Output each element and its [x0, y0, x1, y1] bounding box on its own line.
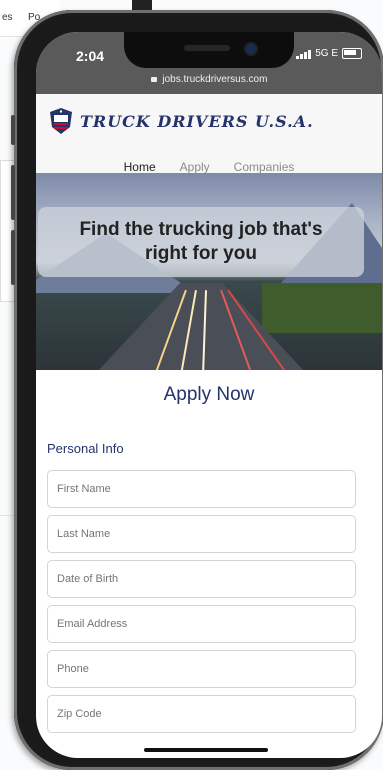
status-time: 2:04	[76, 48, 105, 64]
hero-title: Find the trucking job that's right for y…	[79, 219, 323, 264]
speaker-grille	[184, 45, 230, 51]
signal-icon	[296, 49, 312, 59]
url-text: jobs.truckdriversus.com	[162, 74, 268, 85]
home-indicator[interactable]	[144, 748, 268, 752]
lock-icon	[150, 77, 157, 82]
last-name-field[interactable]	[47, 515, 356, 553]
hero-card: Find the trucking job that's right for y…	[38, 207, 364, 277]
background-nav-item: es	[2, 12, 13, 23]
first-name-field[interactable]	[47, 470, 356, 508]
address-bar[interactable]: jobs.truckdriversus.com	[36, 74, 382, 85]
phone-field[interactable]	[47, 650, 356, 688]
mute-switch	[11, 115, 15, 145]
section-title: Personal Info	[47, 441, 124, 456]
network-label: 5G E	[315, 48, 338, 59]
hero-field	[262, 283, 382, 333]
status-indicators: 5G E	[296, 48, 362, 59]
apply-title: Apply Now	[163, 384, 255, 405]
date-of-birth-field[interactable]	[47, 560, 356, 598]
volume-down-button	[11, 230, 15, 285]
hero-banner: Find the trucking job that's right for y…	[36, 173, 382, 370]
zip-code-field[interactable]	[47, 695, 356, 733]
status-bar: 2:04 5G E jobs.truckdriversus.com	[36, 32, 382, 94]
truck-logo-icon[interactable]	[48, 107, 74, 135]
front-camera	[246, 44, 256, 54]
brand-name[interactable]: TRUCK DRIVERS U.S.A.	[80, 112, 314, 131]
email-field[interactable]	[47, 605, 356, 643]
notch	[124, 32, 294, 68]
volume-up-button	[11, 165, 15, 220]
battery-icon	[342, 48, 362, 59]
phone-screen: 2:04 5G E jobs.truckdriversus.com TRUCK …	[36, 32, 382, 758]
phone-frame: 2:04 5G E jobs.truckdriversus.com TRUCK …	[11, 10, 383, 770]
site-header: TRUCK DRIVERS U.S.A.	[36, 94, 382, 154]
